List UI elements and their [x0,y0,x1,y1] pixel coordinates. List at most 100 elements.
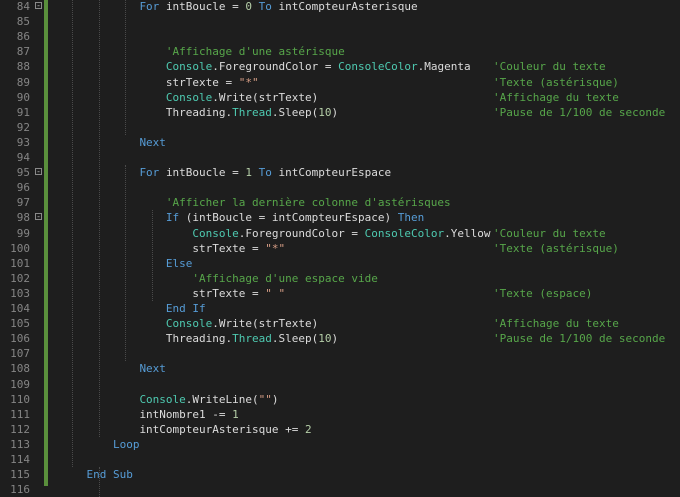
collapse-icon[interactable]: - [35,213,42,221]
code-text[interactable]: Console.Write(strTexte) [166,90,318,105]
code-token: . [212,60,219,74]
code-text[interactable]: Console.WriteLine("") [139,392,278,407]
code-line[interactable]: 92 [0,120,680,135]
code-line[interactable]: 101 Else [0,256,680,271]
line-number: 114 [10,453,30,466]
code-text[interactable]: Else [166,256,193,271]
code-line[interactable]: 95- For intBoucle = 1 To intCompteurEspac… [0,165,680,180]
code-line[interactable]: 98- If (intBoucle = intCompteurEspace) Th… [0,210,680,225]
code-line[interactable]: 85 [0,14,680,29]
line-number: 113 [10,437,30,451]
code-line[interactable]: 91 Threading.Thread.Sleep(10) 'Pause de 1/… [0,105,680,120]
code-text[interactable]: Threading.Thread.Sleep(10) [166,105,338,120]
code-token: ) [331,332,339,346]
code-token: "" [258,392,272,406]
code-line[interactable]: 94 [0,150,680,165]
code-token: Next [139,362,166,376]
code-line[interactable]: 116 [0,482,680,497]
code-token: Console [165,317,213,331]
code-token: (intBoucle = intCompteurEspace) [185,211,398,225]
code-token: ) [331,105,339,119]
code-line[interactable]: 110 Console.WriteLine("") [0,392,680,407]
code-text[interactable]: Loop [113,437,140,452]
line-number: 109 [10,377,30,391]
collapse-icon[interactable]: - [35,2,42,10]
code-token: 1 [232,407,239,421]
code-line[interactable]: 96 [0,180,680,195]
code-text[interactable]: intNombre1 -= 1 [139,407,238,422]
code-line[interactable]: 109 [0,377,680,392]
code-token: Next [139,135,166,149]
code-line[interactable]: 86 [0,29,680,44]
line-number: 106 [10,332,30,346]
code-text[interactable]: For intBoucle = 1 To intCompteurEspace [139,165,391,180]
code-line[interactable]: 90 Console.Write(strTexte) 'Affichage du t… [0,90,680,105]
code-token: If [165,211,186,225]
code-text[interactable]: Next [139,135,166,150]
inline-comment: 'Pause de 1/100 de seconde [493,332,666,346]
code-text[interactable]: strTexte = "*" [192,241,285,256]
code-token: End Sub [86,468,133,482]
code-line[interactable]: 106 Threading.Thread.Sleep(10) 'Pause de 1… [0,331,680,346]
code-token: " " [265,286,286,300]
code-text[interactable]: intCompteurAsterisque += 2 [139,422,311,437]
code-text[interactable]: strTexte = "*" [166,75,259,90]
code-editor[interactable]: 84- For intBoucle = 0 To intCompteurAster… [0,0,680,497]
code-token: For [139,0,166,13]
code-text[interactable]: 'Affichage d'une astérisque [166,44,345,59]
code-text[interactable]: 'Affichage d'une espace vide [192,271,377,286]
code-text[interactable]: If (intBoucle = intCompteurEspace) Then [166,210,424,225]
code-line[interactable]: 89 strTexte = "*" 'Texte (astérisque) [0,75,680,90]
code-line[interactable]: 100 strTexte = "*" 'Texte (astérisque) [0,241,680,256]
code-line[interactable]: 102 'Affichage d'une espace vide [0,271,680,286]
collapse-icon[interactable]: - [35,168,42,176]
code-text[interactable]: Next [139,361,166,376]
code-line[interactable]: 104 End If [0,301,680,316]
code-token: strTexte = [165,75,239,89]
code-token: ) [271,392,279,406]
code-line[interactable]: 115 End Sub [0,467,680,482]
code-text[interactable]: For intBoucle = 0 To intCompteurAsterisq… [139,0,417,14]
code-token: Loop [112,437,140,451]
code-line[interactable]: 84- For intBoucle = 0 To intCompteurAster… [0,0,680,14]
code-line[interactable]: 93 Next [0,135,680,150]
code-text[interactable]: Console.ForegroundColor = ConsoleColor.Y… [192,226,490,241]
code-token: ConsoleColor [364,226,445,240]
code-line[interactable]: 107 [0,346,680,361]
code-text[interactable]: Console.Write(strTexte) [166,316,318,331]
line-number: 110 [10,392,30,406]
code-text[interactable]: End Sub [86,467,132,482]
code-text[interactable]: strTexte = " " [192,286,285,301]
code-token: intCompteurAsterisque [278,0,418,13]
inline-comment: 'Couleur du texte [493,226,606,240]
code-text[interactable]: 'Afficher la dernière colonne d'astérisq… [166,195,451,210]
code-line[interactable]: 97 'Afficher la dernière colonne d'astéri… [0,195,680,210]
code-line[interactable]: 112 intCompteurAsterisque += 2 [0,422,680,437]
line-number: 92 [16,120,30,134]
code-line[interactable]: 114 [0,452,680,467]
code-token: 'Afficher la dernière colonne d'astérisq… [165,196,451,210]
line-number: 96 [16,181,30,195]
code-line[interactable]: 103 strTexte = " " 'Texte (espace) [0,286,680,301]
code-text[interactable]: End If [166,301,206,316]
code-line[interactable]: 105 Console.Write(strTexte) 'Affichage du … [0,316,680,331]
code-text[interactable]: Console.ForegroundColor = ConsoleColor.M… [166,59,471,74]
line-number: 85 [16,15,30,29]
code-line[interactable]: 113 Loop [0,437,680,452]
code-token: Console [192,226,239,240]
code-line[interactable]: 108 Next [0,361,680,376]
code-line[interactable]: 88 Console.ForegroundColor = ConsoleColor… [0,59,680,74]
code-token: .Sleep( [271,332,319,346]
code-line[interactable]: 111 intNombre1 -= 1 [0,407,680,422]
code-line[interactable]: 87 'Affichage d'une astérisque [0,44,680,59]
line-number: 103 [10,286,30,300]
code-token: Then [397,211,425,225]
code-token: Magenta [424,60,471,74]
code-token: For [139,166,166,180]
line-number: 102 [10,271,30,285]
line-number: 84 [16,0,30,13]
code-token: 'Affichage d'une astérisque [165,45,345,59]
code-text[interactable]: Threading.Thread.Sleep(10) [166,331,338,346]
code-token: . [444,226,451,240]
code-line[interactable]: 99 Console. ForegroundColor = ConsoleColor… [0,226,680,241]
